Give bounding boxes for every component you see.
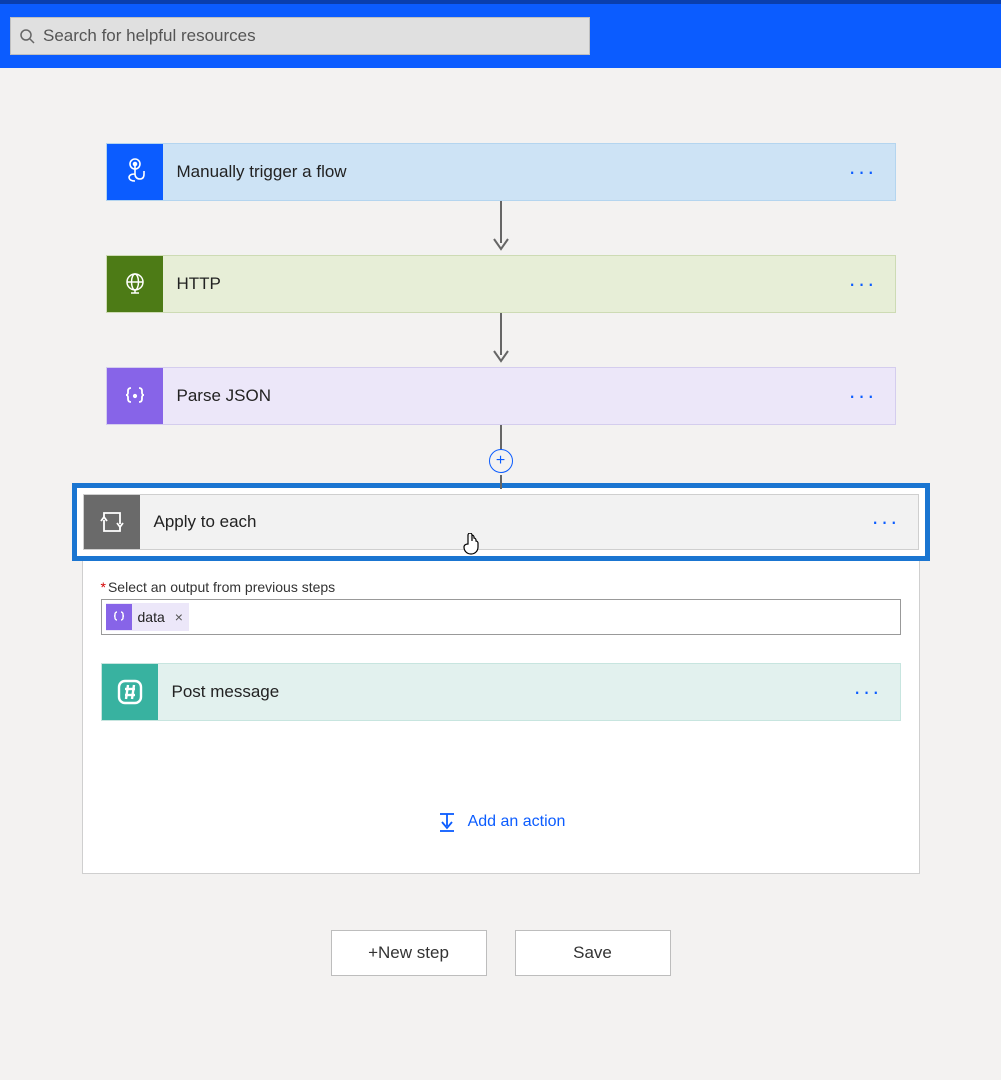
step-apply-to-each-menu[interactable]: ··· bbox=[854, 509, 918, 535]
step-post-message-label: Post message bbox=[158, 682, 836, 702]
step-trigger-menu[interactable]: ··· bbox=[831, 159, 895, 185]
add-action-label: Add an action bbox=[468, 813, 566, 831]
add-step-inline[interactable]: + bbox=[489, 449, 513, 473]
connector-arrow bbox=[491, 313, 511, 367]
hash-icon bbox=[102, 664, 158, 720]
step-parse-json[interactable]: Parse JSON ··· bbox=[106, 367, 896, 425]
step-http[interactable]: HTTP ··· bbox=[106, 255, 896, 313]
braces-icon bbox=[106, 604, 132, 630]
step-parse-json-label: Parse JSON bbox=[163, 386, 831, 406]
step-apply-to-each-selected: Apply to each ··· bbox=[72, 483, 930, 561]
insert-action-icon bbox=[436, 811, 458, 833]
top-bar bbox=[0, 0, 1001, 68]
step-trigger[interactable]: Manually trigger a flow ··· bbox=[106, 143, 896, 201]
step-parse-json-menu[interactable]: ··· bbox=[831, 383, 895, 409]
search-input[interactable] bbox=[43, 26, 581, 46]
globe-icon bbox=[107, 256, 163, 312]
connector-arrow bbox=[491, 201, 511, 255]
step-post-message[interactable]: Post message ··· bbox=[101, 663, 901, 721]
apply-to-each-body: *Select an output from previous steps da… bbox=[82, 561, 920, 874]
required-asterisk: * bbox=[101, 579, 106, 595]
add-action-button[interactable]: Add an action bbox=[101, 811, 901, 833]
step-post-message-menu[interactable]: ··· bbox=[836, 679, 900, 705]
token-remove[interactable]: × bbox=[175, 609, 183, 625]
loop-icon bbox=[84, 495, 140, 549]
step-apply-to-each-header[interactable]: Apply to each ··· bbox=[83, 494, 919, 550]
touch-icon bbox=[107, 144, 163, 200]
search-box[interactable] bbox=[10, 17, 590, 55]
connector-line bbox=[491, 425, 511, 451]
step-trigger-label: Manually trigger a flow bbox=[163, 162, 831, 182]
apply-to-each-body-wrapper: *Select an output from previous steps da… bbox=[82, 561, 920, 874]
save-button[interactable]: Save bbox=[515, 930, 671, 976]
new-step-button[interactable]: + New step bbox=[331, 930, 487, 976]
flow-canvas: Manually trigger a flow ··· HTTP ··· bbox=[0, 68, 1001, 976]
token-text: data bbox=[138, 609, 165, 625]
connector-line bbox=[491, 475, 511, 489]
step-http-menu[interactable]: ··· bbox=[831, 271, 895, 297]
step-http-label: HTTP bbox=[163, 274, 831, 294]
step-apply-to-each-label: Apply to each bbox=[140, 512, 854, 532]
search-icon bbox=[19, 28, 35, 44]
cursor-icon bbox=[462, 533, 480, 555]
select-output-label: *Select an output from previous steps bbox=[101, 579, 901, 595]
select-output-input[interactable]: data × bbox=[101, 599, 901, 635]
braces-icon bbox=[107, 368, 163, 424]
token-data[interactable]: data × bbox=[106, 603, 189, 631]
bottom-button-row: + New step Save bbox=[331, 930, 671, 976]
